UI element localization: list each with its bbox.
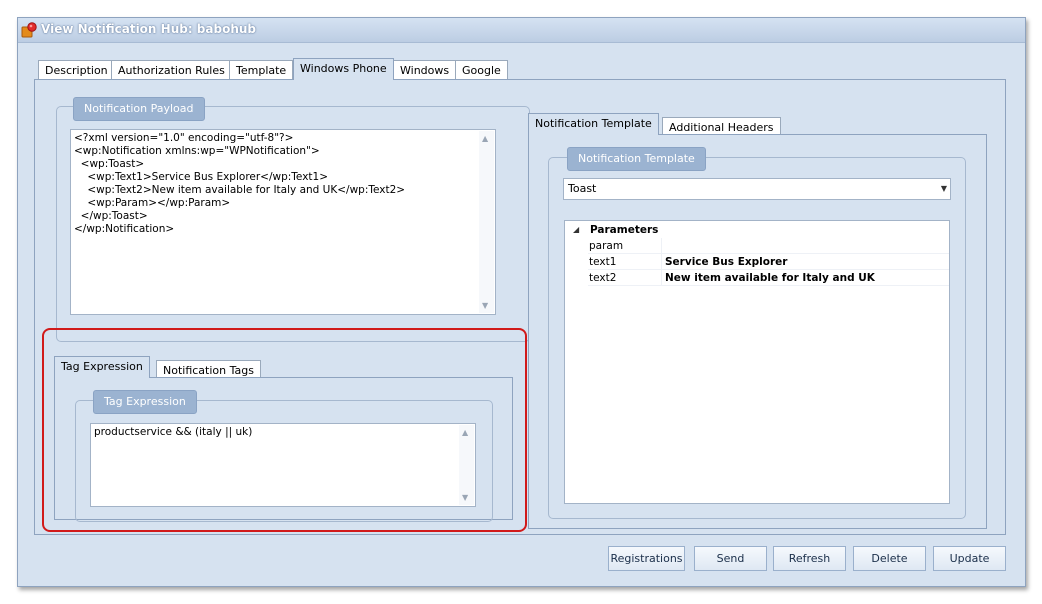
table-row[interactable]: param bbox=[565, 238, 949, 254]
param-value[interactable]: Service Bus Explorer bbox=[661, 254, 949, 270]
send-button[interactable]: Send bbox=[694, 546, 767, 571]
payload-textarea[interactable]: <?xml version="1.0" encoding="utf-8"?> <… bbox=[70, 129, 496, 315]
collapse-triangle-icon[interactable]: ◢ bbox=[573, 222, 579, 238]
param-key: param bbox=[588, 238, 661, 254]
payload-line: </wp:Notification> bbox=[74, 223, 175, 235]
tab-notification-template[interactable]: Notification Template bbox=[528, 113, 659, 135]
payload-scrollbar[interactable]: ▲ ▼ bbox=[479, 131, 494, 313]
delete-button[interactable]: Delete bbox=[853, 546, 926, 571]
scroll-down-icon[interactable]: ▼ bbox=[482, 301, 488, 310]
tag-expression-title: Tag Expression bbox=[93, 390, 197, 414]
notification-payload-title: Notification Payload bbox=[73, 97, 205, 121]
payload-line: <wp:Notification xmlns:wp="WPNotificatio… bbox=[74, 145, 320, 157]
scroll-down-icon[interactable]: ▼ bbox=[462, 493, 468, 502]
payload-line: <wp:Toast> bbox=[74, 158, 145, 170]
table-row[interactable]: text2 New item available for Italy and U… bbox=[565, 270, 949, 286]
tab-authorization-rules[interactable]: Authorization Rules bbox=[111, 60, 232, 80]
table-row[interactable]: text1 Service Bus Explorer bbox=[565, 254, 949, 270]
tab-template[interactable]: Template bbox=[229, 60, 294, 80]
param-key: text1 bbox=[588, 254, 661, 270]
parameters-header: Parameters bbox=[590, 224, 659, 236]
scroll-up-icon[interactable]: ▲ bbox=[462, 428, 468, 437]
refresh-button[interactable]: Refresh bbox=[773, 546, 846, 571]
app-icon bbox=[21, 22, 37, 38]
tab-windows-phone[interactable]: Windows Phone bbox=[293, 58, 394, 80]
update-button[interactable]: Update bbox=[933, 546, 1006, 571]
payload-line: <?xml version="1.0" encoding="utf-8"?> bbox=[74, 132, 294, 144]
payload-line: </wp:Toast> bbox=[74, 210, 148, 222]
tab-windows[interactable]: Windows bbox=[393, 60, 457, 80]
param-value[interactable] bbox=[661, 238, 949, 254]
param-value[interactable]: New item available for Italy and UK bbox=[661, 270, 949, 286]
window-title: View Notification Hub: babohub bbox=[41, 22, 256, 36]
payload-line: <wp:Text2>New item available for Italy a… bbox=[74, 184, 406, 196]
notification-template-title: Notification Template bbox=[567, 147, 706, 171]
tab-description[interactable]: Description bbox=[38, 60, 115, 80]
parameters-group-row[interactable]: ◢ Parameters bbox=[565, 222, 949, 238]
tag-expression-value: productservice && (italy || uk) bbox=[94, 426, 253, 438]
parameters-grid[interactable]: ◢ Parameters param text1 Service Bus Exp… bbox=[564, 220, 950, 504]
tab-tag-expression[interactable]: Tag Expression bbox=[54, 356, 150, 378]
tag-expression-input[interactable]: productservice && (italy || uk) ▲ ▼ bbox=[90, 423, 476, 507]
tag-expression-scrollbar[interactable]: ▲ ▼ bbox=[459, 425, 474, 505]
scroll-up-icon[interactable]: ▲ bbox=[482, 134, 488, 143]
title-bar: View Notification Hub: babohub bbox=[18, 18, 1025, 43]
chevron-down-icon[interactable]: ▼ bbox=[941, 179, 947, 199]
notification-hub-window: View Notification Hub: babohub Descripti… bbox=[17, 17, 1026, 587]
registrations-button[interactable]: Registrations bbox=[608, 546, 685, 571]
notification-template-panel: Notification Template Toast ▼ ◢ Paramete… bbox=[528, 134, 987, 529]
payload-line: <wp:Param></wp:Param> bbox=[74, 197, 231, 209]
windows-phone-panel: Notification Payload <?xml version="1.0"… bbox=[34, 79, 1006, 535]
tag-expression-panel: Tag Expression productservice && (italy … bbox=[54, 377, 513, 522]
tab-google[interactable]: Google bbox=[455, 60, 508, 80]
template-type-value: Toast bbox=[568, 182, 597, 195]
payload-line: <wp:Text1>Service Bus Explorer</wp:Text1… bbox=[74, 171, 329, 183]
param-key: text2 bbox=[588, 270, 661, 286]
template-type-select[interactable]: Toast ▼ bbox=[563, 178, 951, 200]
